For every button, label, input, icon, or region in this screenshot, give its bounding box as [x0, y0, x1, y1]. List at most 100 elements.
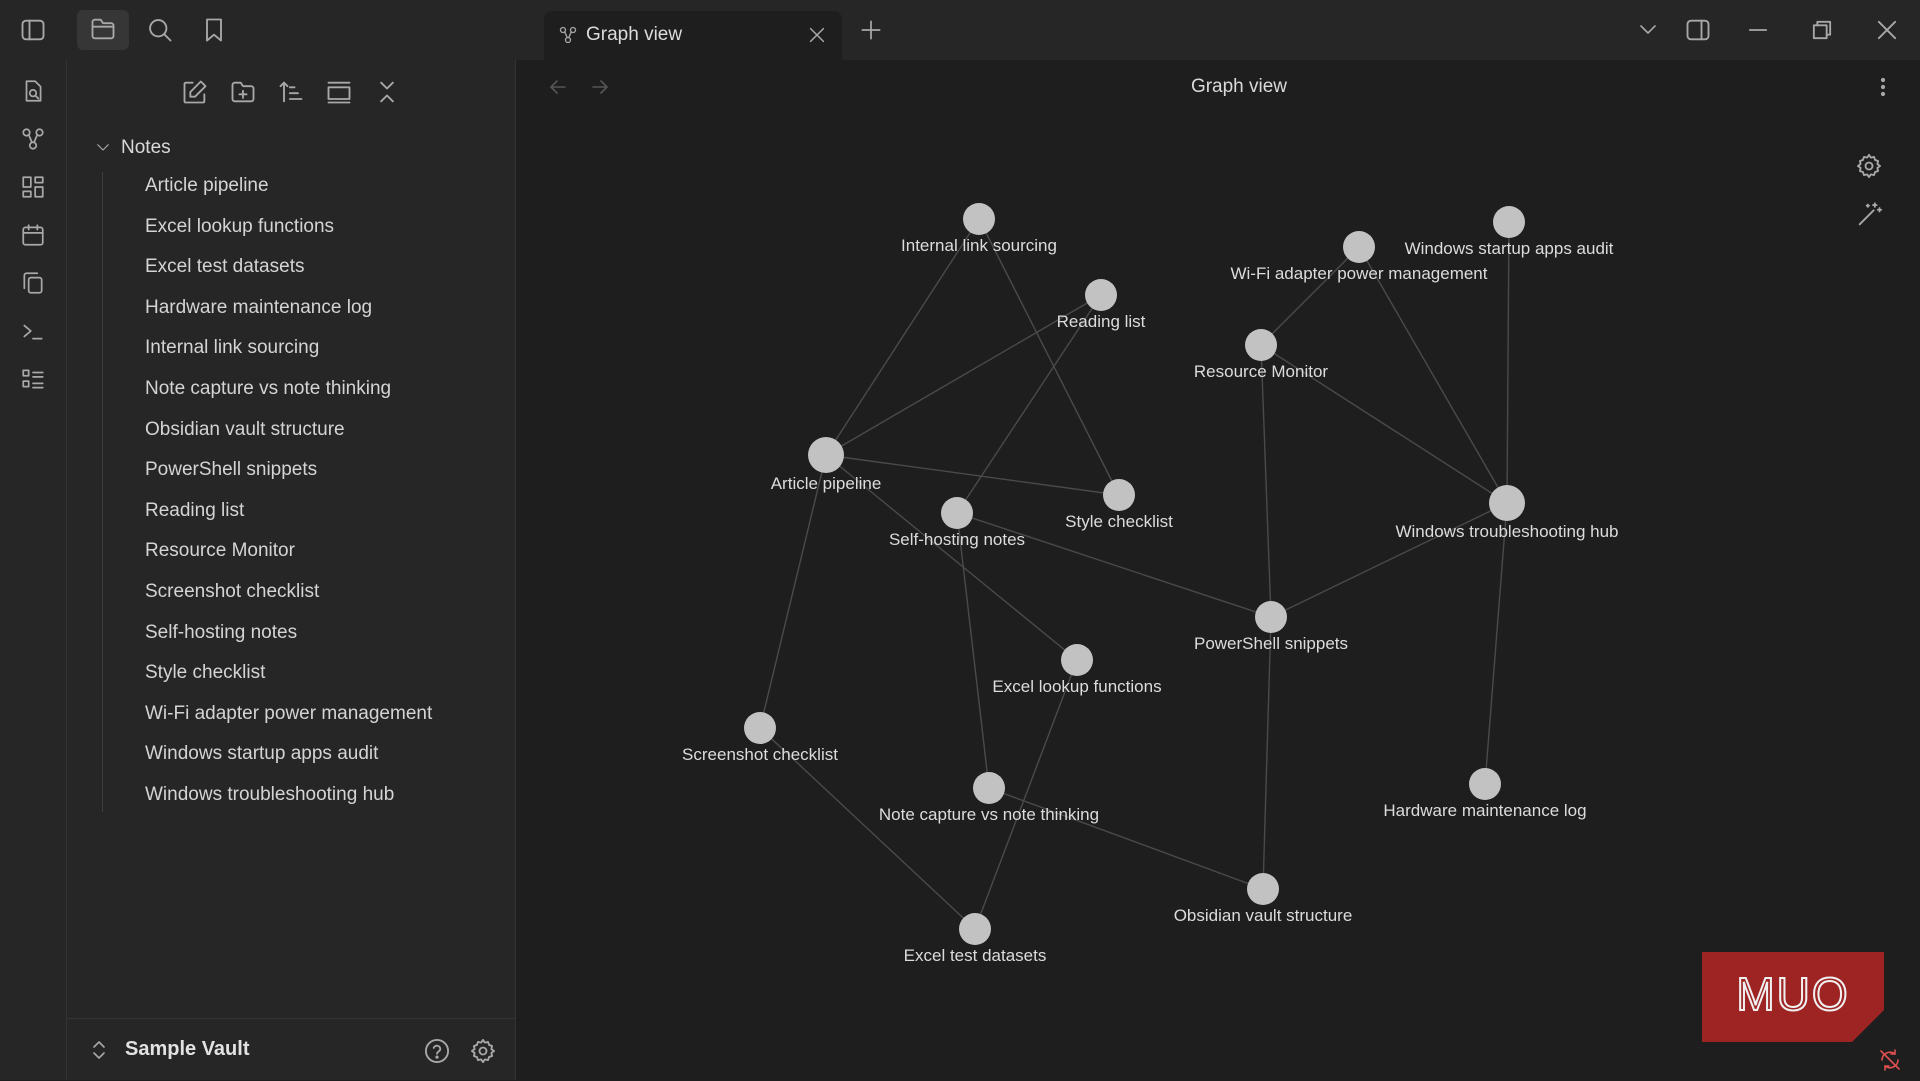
file-item[interactable]: Obsidian vault structure [145, 414, 432, 455]
graph-node-circle[interactable] [973, 772, 1005, 804]
graph-node[interactable]: Screenshot checklist [682, 712, 838, 764]
file-item[interactable]: Windows startup apps audit [145, 738, 432, 779]
graph-edge [1484, 502, 1508, 785]
file-item[interactable]: Note capture vs note thinking [145, 373, 432, 414]
graph-node-label[interactable]: Resource Monitor [1194, 362, 1329, 381]
right-sidebar-icon[interactable] [1684, 16, 1712, 44]
graph-node-label[interactable]: Windows troubleshooting hub [1395, 522, 1618, 541]
graph-node[interactable]: Internal link sourcing [901, 203, 1057, 255]
graph-node-circle[interactable] [1061, 644, 1093, 676]
file-item[interactable]: Reading list [145, 495, 432, 536]
new-folder-icon[interactable] [229, 78, 257, 106]
graph-node-label[interactable]: Hardware maintenance log [1383, 801, 1586, 820]
graph-edge [759, 454, 827, 729]
minimize-icon[interactable] [1744, 16, 1772, 44]
vault-switch-chevron-icon[interactable] [91, 1039, 107, 1061]
file-item[interactable]: Hardware maintenance log [145, 292, 432, 333]
graph-node-circle[interactable] [963, 203, 995, 235]
graph-node-circle[interactable] [1085, 279, 1117, 311]
graph-node-circle[interactable] [1493, 206, 1525, 238]
auto-reveal-icon[interactable] [325, 78, 353, 106]
graph-node-label[interactable]: Self-hosting notes [889, 530, 1025, 549]
vault-switcher[interactable]: Sample Vault [67, 1018, 515, 1081]
terminal-icon[interactable] [20, 318, 46, 344]
graph-canvas[interactable]: Internal link sourcing Reading list Wi-Fi … [516, 60, 1920, 1080]
outline-icon[interactable] [20, 366, 46, 392]
file-item[interactable]: Resource Monitor [145, 535, 432, 576]
graph-node-label[interactable]: Excel lookup functions [992, 677, 1161, 696]
file-item[interactable]: Excel test datasets [145, 251, 432, 292]
graph-node[interactable]: Windows troubleshooting hub [1395, 485, 1619, 541]
calendar-icon[interactable] [20, 222, 46, 248]
folder-icon[interactable] [89, 15, 117, 43]
file-item[interactable]: Style checklist [145, 657, 432, 698]
sync-status-icon[interactable] [1878, 1048, 1902, 1072]
templates-icon[interactable] [20, 270, 46, 296]
graph-node[interactable]: Windows startup apps audit [1405, 206, 1614, 258]
graph-node-circle[interactable] [1255, 601, 1287, 633]
settings-gear-icon[interactable] [469, 1037, 497, 1065]
close-window-icon[interactable] [1873, 16, 1901, 44]
chevron-down-icon[interactable] [1636, 17, 1660, 41]
graph-node[interactable]: PowerShell snippets [1194, 601, 1348, 653]
file-item[interactable]: Article pipeline [145, 170, 432, 211]
bookmark-icon[interactable] [200, 16, 228, 44]
folder-notes[interactable]: Notes [94, 132, 494, 164]
graph-node[interactable]: Article pipeline [771, 437, 882, 493]
file-item[interactable]: Screenshot checklist [145, 576, 432, 617]
graph-node-label[interactable]: Excel test datasets [904, 946, 1047, 965]
graph-node-label[interactable]: Article pipeline [771, 474, 882, 493]
file-item[interactable]: PowerShell snippets [145, 454, 432, 495]
file-item[interactable]: Internal link sourcing [145, 332, 432, 373]
graph-node-label[interactable]: Internal link sourcing [901, 236, 1057, 255]
graph-node-circle[interactable] [959, 913, 991, 945]
restore-icon[interactable] [1808, 16, 1836, 44]
tab-graph-view[interactable]: Graph view [544, 11, 842, 60]
graph-node[interactable]: Reading list [1057, 279, 1146, 331]
file-item[interactable]: Excel lookup functions [145, 211, 432, 252]
open-quick-switcher-icon[interactable] [20, 78, 46, 104]
graph-node[interactable]: Excel lookup functions [992, 644, 1162, 696]
sort-icon[interactable] [277, 78, 305, 106]
graph-node-label[interactable]: PowerShell snippets [1194, 634, 1348, 653]
file-item[interactable]: Windows troubleshooting hub [145, 779, 432, 820]
canvas-icon[interactable] [20, 174, 46, 200]
graph-node-label[interactable]: Note capture vs note thinking [879, 805, 1099, 824]
vault-name[interactable]: Sample Vault [125, 1038, 250, 1061]
graph-node-circle[interactable] [1103, 479, 1135, 511]
graph-node-label[interactable]: Reading list [1057, 312, 1146, 331]
graph-node[interactable]: Obsidian vault structure [1174, 873, 1353, 925]
graph-icon[interactable] [20, 126, 46, 152]
help-icon[interactable] [423, 1037, 451, 1065]
graph-node-label[interactable]: Obsidian vault structure [1174, 906, 1353, 925]
graph-node-label[interactable]: Style checklist [1065, 512, 1173, 531]
graph-node-circle[interactable] [941, 497, 973, 529]
sidebar-toggle-icon[interactable] [19, 16, 47, 44]
graph-node-label[interactable]: Wi-Fi adapter power management [1230, 264, 1487, 283]
graph-node[interactable]: Excel test datasets [904, 913, 1047, 965]
graph-node[interactable]: Note capture vs note thinking [879, 772, 1099, 824]
graph-node-circle[interactable] [1247, 873, 1279, 905]
new-note-icon[interactable] [181, 78, 209, 106]
close-icon[interactable] [806, 24, 828, 46]
file-item[interactable]: Self-hosting notes [145, 617, 432, 658]
graph-node-circle[interactable] [1245, 329, 1277, 361]
graph-edge [1260, 344, 1272, 618]
graph-node[interactable]: Hardware maintenance log [1383, 768, 1587, 820]
graph-node[interactable]: Style checklist [1065, 479, 1173, 531]
graph-node-label[interactable]: Windows startup apps audit [1405, 239, 1614, 258]
graph-node-circle[interactable] [744, 712, 776, 744]
graph-node-circle[interactable] [1489, 485, 1525, 521]
search-icon[interactable] [146, 16, 174, 44]
graph-node[interactable]: Resource Monitor [1194, 329, 1329, 381]
graph-edge [956, 512, 990, 789]
file-list: Article pipeline Excel lookup functions … [145, 170, 432, 820]
graph-node-circle[interactable] [1469, 768, 1501, 800]
graph-node-circle[interactable] [808, 437, 844, 473]
graph-node-label[interactable]: Screenshot checklist [682, 745, 838, 764]
plus-icon[interactable] [858, 17, 884, 43]
collapse-all-icon[interactable] [373, 78, 401, 106]
file-item[interactable]: Wi-Fi adapter power management [145, 698, 432, 739]
graph-node-circle[interactable] [1343, 231, 1375, 263]
folder-label: Notes [121, 137, 171, 158]
